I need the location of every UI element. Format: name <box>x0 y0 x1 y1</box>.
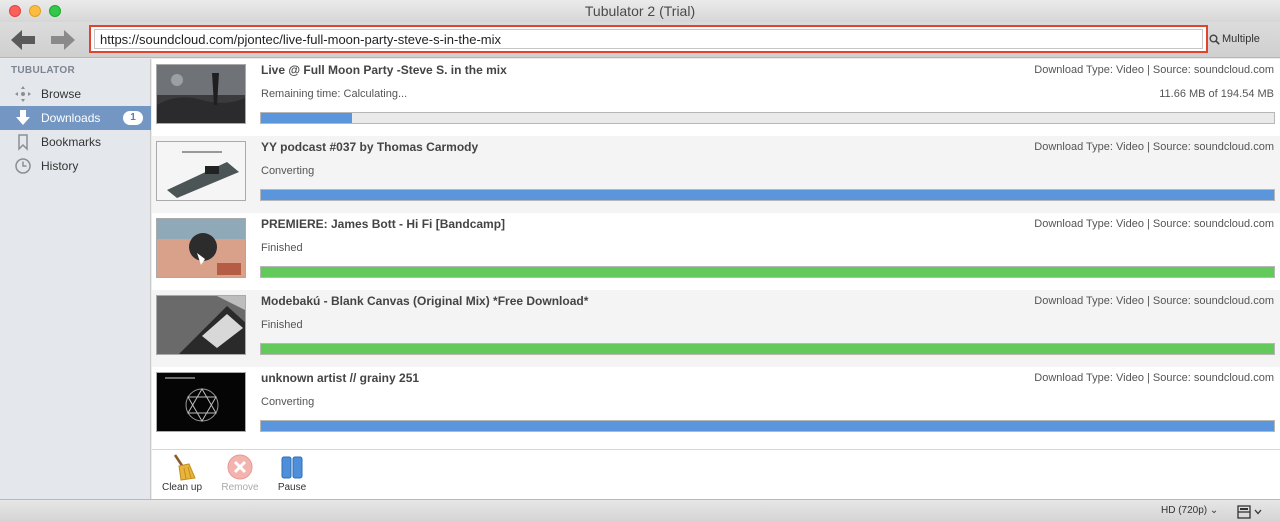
back-button[interactable] <box>8 27 38 53</box>
download-status: Finished <box>261 242 303 254</box>
sidebar-item-label: Downloads <box>41 111 101 125</box>
sidebar-heading: TUBULATOR <box>11 65 75 76</box>
browse-icon <box>14 85 32 103</box>
download-meta: Download Type: Video | Source: soundclou… <box>1034 218 1274 230</box>
downloads-list: Live @ Full Moon Party -Steve S. in the … <box>152 59 1280 449</box>
progress-fill <box>261 190 1274 200</box>
toolbar: Multiple <box>0 22 1280 58</box>
remove-label: Remove <box>221 482 259 493</box>
sidebar-item-label: Browse <box>41 87 82 101</box>
download-meta: Download Type: Video | Source: soundclou… <box>1034 141 1274 153</box>
layout-icon <box>1237 504 1251 519</box>
download-progress-bar <box>260 266 1275 278</box>
download-row[interactable]: Modebakú - Blank Canvas (Original Mix) *… <box>152 290 1280 367</box>
download-title: PREMIERE: James Bott - Hi Fi [Bandcamp] <box>261 217 506 231</box>
progress-fill <box>261 267 1274 277</box>
url-bar <box>89 25 1208 53</box>
progress-fill <box>261 113 353 123</box>
download-row[interactable]: unknown artist // grainy 251 Download Ty… <box>152 367 1280 444</box>
cleanup-button[interactable]: Clean up <box>160 452 204 493</box>
download-title: unknown artist // grainy 251 <box>261 371 420 385</box>
download-title: YY podcast #037 by Thomas Carmody <box>261 140 479 154</box>
sidebar-item-downloads[interactable]: Downloads 1 <box>0 106 151 130</box>
multiple-label: Multiple <box>1222 33 1260 45</box>
download-progress-bar <box>260 112 1275 124</box>
download-meta: Download Type: Video | Source: soundclou… <box>1034 372 1274 384</box>
sidebar-item-label: Bookmarks <box>41 135 102 149</box>
sidebar: TUBULATOR Browse Downloads 1 Bookmarks H… <box>0 59 151 499</box>
pause-label: Pause <box>277 482 307 493</box>
minimize-window-button[interactable] <box>29 5 41 17</box>
download-row[interactable]: PREMIERE: James Bott - Hi Fi [Bandcamp] … <box>152 213 1280 290</box>
thumbnail <box>156 141 246 201</box>
sidebar-item-bookmarks[interactable]: Bookmarks <box>0 130 151 154</box>
close-window-button[interactable] <box>9 5 21 17</box>
download-progress-bar <box>260 420 1275 432</box>
download-progress-bar <box>260 343 1275 355</box>
progress-fill <box>261 344 1274 354</box>
sidebar-item-browse[interactable]: Browse <box>0 82 151 106</box>
sidebar-item-history[interactable]: History <box>0 154 151 178</box>
download-icon <box>14 109 32 127</box>
pause-icon <box>276 452 308 482</box>
download-status: Finished <box>261 319 303 331</box>
quality-selector[interactable]: HD (720p) ⌄ <box>1161 505 1218 516</box>
download-size: 11.66 MB of 194.54 MB <box>1159 88 1274 100</box>
search-icon <box>1209 34 1220 45</box>
thumbnail <box>156 295 246 355</box>
window-title: Tubulator 2 (Trial) <box>584 3 696 19</box>
cleanup-label: Clean up <box>161 482 203 493</box>
chevron-down-icon: ⌄ <box>1209 505 1219 516</box>
action-bar: Clean up Remove Pause <box>152 449 1280 499</box>
view-mode-button[interactable] <box>1237 503 1273 520</box>
zoom-window-button[interactable] <box>49 5 61 17</box>
sidebar-item-label: History <box>41 159 79 173</box>
download-meta: Download Type: Video | Source: soundclou… <box>1034 295 1274 307</box>
download-row[interactable]: YY podcast #037 by Thomas Carmody Downlo… <box>152 136 1280 213</box>
download-status: Remaining time: Calculating... <box>261 88 408 100</box>
progress-fill <box>261 421 1274 431</box>
forward-arrow-icon <box>51 30 75 50</box>
thumbnail <box>156 372 246 432</box>
pause-button[interactable]: Pause <box>270 452 314 493</box>
thumbnail <box>156 64 246 124</box>
download-title: Modebakú - Blank Canvas (Original Mix) *… <box>261 294 589 308</box>
thumbnail <box>156 218 246 278</box>
download-row[interactable]: Live @ Full Moon Party -Steve S. in the … <box>152 59 1280 136</box>
title-bar: Tubulator 2 (Trial) <box>0 0 1280 22</box>
download-progress-bar <box>260 189 1275 201</box>
url-input[interactable] <box>94 29 1203 49</box>
download-title: Live @ Full Moon Party -Steve S. in the … <box>261 63 507 77</box>
remove-button[interactable]: Remove <box>218 452 262 493</box>
status-bar: HD (720p) ⌄ <box>0 499 1280 522</box>
broom-icon <box>166 452 198 482</box>
bookmark-icon <box>14 133 32 151</box>
multiple-button[interactable]: Multiple <box>1207 28 1273 50</box>
chevron-down-icon <box>1254 509 1262 514</box>
download-status: Converting <box>261 165 315 177</box>
clock-icon <box>14 157 32 175</box>
download-status: Converting <box>261 396 315 408</box>
download-meta: Download Type: Video | Source: soundclou… <box>1034 64 1274 76</box>
remove-icon <box>224 452 256 482</box>
downloads-count-badge: 1 <box>123 111 143 125</box>
forward-button[interactable] <box>48 27 78 53</box>
quality-label: HD (720p) <box>1161 505 1208 516</box>
back-arrow-icon <box>11 30 35 50</box>
